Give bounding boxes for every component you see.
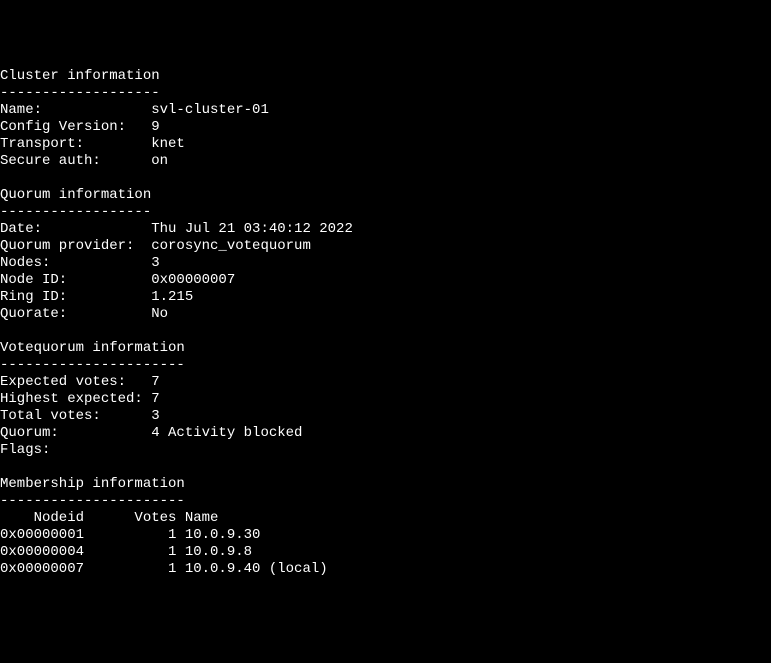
terminal-line: 0x00000007 1 10.0.9.40 (local): [0, 561, 771, 578]
terminal-line: Expected votes: 7: [0, 374, 771, 391]
terminal-line: Votequorum information: [0, 340, 771, 357]
terminal-line: ----------------------: [0, 493, 771, 510]
terminal-line: Membership information: [0, 476, 771, 493]
terminal-line: ----------------------: [0, 357, 771, 374]
terminal-line: [0, 459, 771, 476]
terminal-line: Ring ID: 1.215: [0, 289, 771, 306]
terminal-line: ------------------: [0, 204, 771, 221]
terminal-line: Nodeid Votes Name: [0, 510, 771, 527]
terminal-line: Quorum information: [0, 187, 771, 204]
terminal-line: Date: Thu Jul 21 03:40:12 2022: [0, 221, 771, 238]
terminal-line: [0, 170, 771, 187]
terminal-line: [0, 323, 771, 340]
terminal-line: Name: svl-cluster-01: [0, 102, 771, 119]
terminal-line: Quorum: 4 Activity blocked: [0, 425, 771, 442]
terminal-line: 0x00000004 1 10.0.9.8: [0, 544, 771, 561]
terminal-line: Nodes: 3: [0, 255, 771, 272]
terminal-line: -------------------: [0, 85, 771, 102]
terminal-line: Highest expected: 7: [0, 391, 771, 408]
terminal-line: Total votes: 3: [0, 408, 771, 425]
terminal-line: Node ID: 0x00000007: [0, 272, 771, 289]
terminal-output: Cluster information-------------------Na…: [0, 68, 771, 578]
terminal-line: Secure auth: on: [0, 153, 771, 170]
terminal-line: Flags:: [0, 442, 771, 459]
terminal-line: Config Version: 9: [0, 119, 771, 136]
terminal-line: Quorate: No: [0, 306, 771, 323]
terminal-line: Cluster information: [0, 68, 771, 85]
terminal-line: 0x00000001 1 10.0.9.30: [0, 527, 771, 544]
terminal-line: Transport: knet: [0, 136, 771, 153]
terminal-line: Quorum provider: corosync_votequorum: [0, 238, 771, 255]
